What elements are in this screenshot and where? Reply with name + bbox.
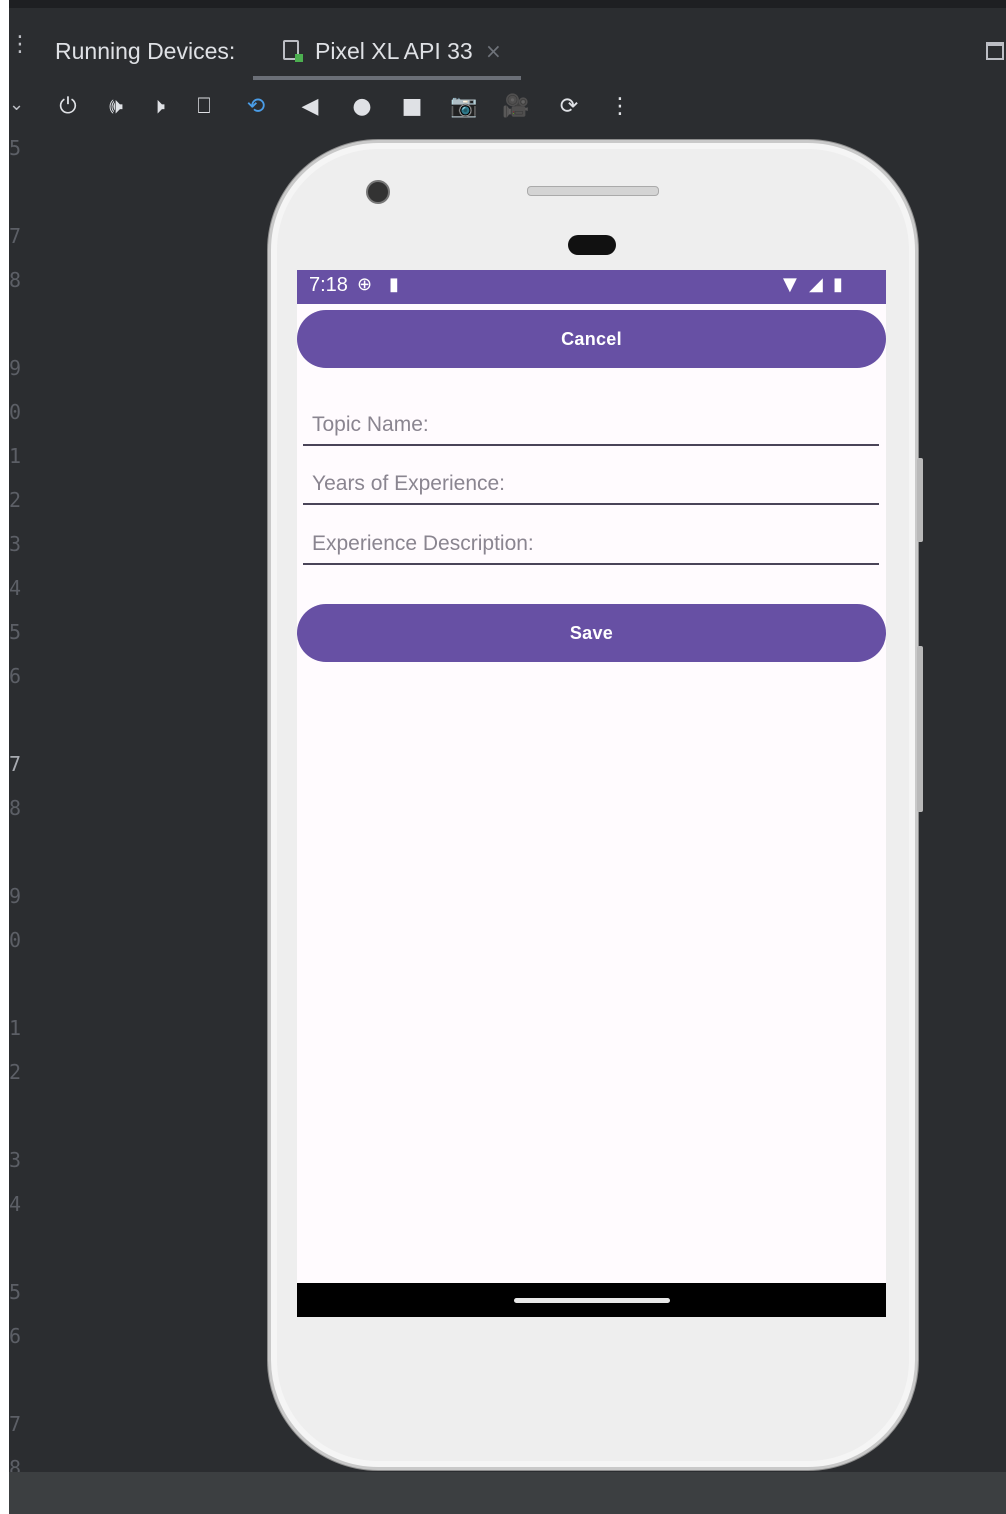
device-icon — [283, 40, 303, 62]
front-camera-icon — [366, 180, 390, 204]
options-menu-icon[interactable]: ⋮ — [9, 32, 31, 58]
device-screen: 7:18 ⊕ ▮ ▼ ◢ ▮ Cancel Save — [297, 270, 886, 1317]
running-devices-tabbar: ⋮ Running Devices: Pixel XL API 33 × — [9, 8, 1006, 81]
cancel-button[interactable]: Cancel — [297, 310, 886, 368]
experience-description-input[interactable] — [303, 521, 879, 565]
line-number: 6 — [9, 1324, 22, 1348]
sync-icon: ⊕ — [357, 274, 373, 295]
wifi-icon: ▼ — [783, 274, 797, 295]
volume-up-icon[interactable]: 🕪 — [101, 92, 131, 122]
line-number: 5 — [9, 620, 22, 644]
more-icon[interactable]: ⋮ — [605, 92, 635, 122]
video-icon[interactable]: 🎥 — [501, 92, 531, 122]
line-number: 1 — [9, 444, 22, 468]
line-number: 7 — [9, 1412, 22, 1436]
line-number: 7 — [9, 224, 22, 248]
line-number: 1 — [9, 1016, 22, 1040]
rotate-left-icon[interactable]: ⎕ — [189, 92, 219, 122]
device-volume-rocker[interactable] — [917, 646, 923, 812]
years-experience-input[interactable] — [303, 461, 879, 505]
line-number: 0 — [9, 928, 22, 952]
ide-bottom-bar — [9, 1472, 1006, 1514]
line-number: 2 — [9, 488, 22, 512]
overview-icon[interactable]: ■ — [397, 92, 427, 122]
emulator-toolbar: ⌄ ⏻ 🕪 🕨 ⎕ ⟲ ◀ ● ■ 📷 🎥 ⟳ ⋮ — [9, 80, 1006, 136]
signal-icon: ◢ — [809, 274, 823, 295]
line-number: 8 — [9, 796, 22, 820]
ide-top-strip — [0, 0, 1006, 8]
close-tab-icon[interactable]: × — [485, 39, 502, 63]
line-number: 6 — [9, 664, 22, 688]
line-number: 3 — [9, 1148, 22, 1172]
running-devices-label: Running Devices: — [55, 38, 236, 64]
rotate-right-icon[interactable]: ⟲ — [241, 92, 271, 122]
line-numbers: 5 7 8 9 0 1 2 3 4 5 6 7 8 9 0 1 2 3 4 5 … — [9, 136, 31, 1480]
power-icon[interactable]: ⏻ — [53, 92, 83, 122]
line-number: 5 — [9, 136, 22, 160]
topic-name-input[interactable] — [303, 402, 879, 446]
line-number-current: 7 — [9, 752, 22, 776]
android-status-bar: 7:18 ⊕ ▮ ▼ ◢ ▮ — [297, 270, 886, 304]
android-nav-bar — [297, 1283, 886, 1317]
sd-card-icon: ▮ — [389, 274, 399, 295]
line-number: 4 — [9, 1192, 22, 1216]
home-gesture-handle[interactable] — [514, 1298, 670, 1303]
tab-pixel-xl-api-33[interactable]: Pixel XL API 33 × — [253, 30, 521, 80]
earpiece-speaker — [527, 186, 659, 196]
line-number: 4 — [9, 576, 22, 600]
line-number: 2 — [9, 1060, 22, 1084]
window-restore-icon[interactable] — [986, 42, 1004, 60]
line-number: 5 — [9, 1280, 22, 1304]
line-number: 8 — [9, 268, 22, 292]
line-number: 3 — [9, 532, 22, 556]
device-tab-title: Pixel XL API 33 — [315, 38, 473, 64]
status-time: 7:18 — [309, 274, 348, 296]
snapshot-icon[interactable]: ⟳ — [554, 92, 584, 122]
home-icon[interactable]: ● — [347, 92, 377, 122]
line-number: 9 — [9, 356, 22, 380]
volume-down-icon[interactable]: 🕨 — [143, 92, 173, 122]
line-number: 0 — [9, 400, 22, 424]
chevron-down-icon[interactable]: ⌄ — [9, 94, 27, 115]
line-number: 9 — [9, 884, 22, 908]
back-icon[interactable]: ◀ — [295, 92, 325, 122]
battery-icon: ▮ — [833, 274, 843, 295]
save-button[interactable]: Save — [297, 604, 886, 662]
camera-icon[interactable]: 📷 — [449, 92, 479, 122]
device-power-button[interactable] — [917, 458, 923, 542]
proximity-sensor — [568, 235, 616, 255]
window-left-edge — [0, 0, 9, 1514]
